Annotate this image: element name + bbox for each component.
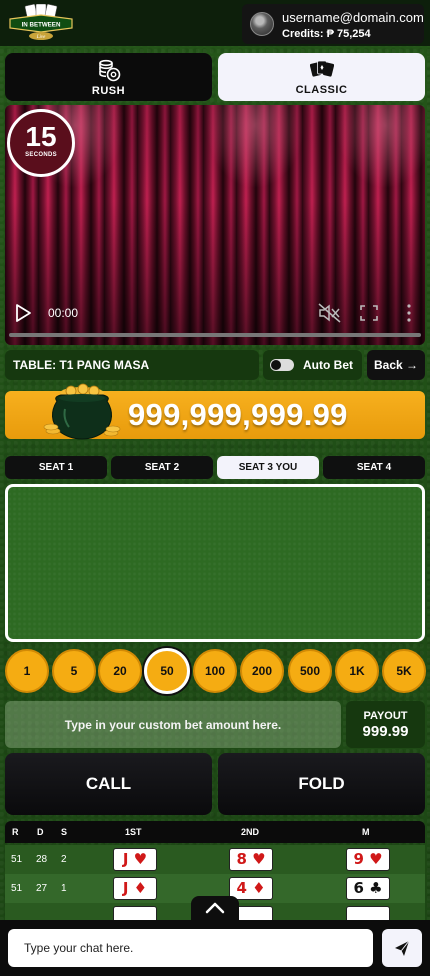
seat-1-tab[interactable]: SEAT 1 bbox=[5, 456, 107, 479]
game-table-area bbox=[5, 484, 425, 642]
svg-text:Live: Live bbox=[36, 35, 46, 40]
first-card: J ♥ bbox=[113, 848, 157, 871]
chip-500[interactable]: 500 bbox=[288, 649, 332, 693]
username-text: username@domain.com bbox=[282, 10, 424, 25]
chip-stack-icon bbox=[98, 59, 120, 81]
chip-100[interactable]: 100 bbox=[193, 649, 237, 693]
video-time: 00:00 bbox=[48, 306, 79, 320]
video-player[interactable]: 15 SECONDS 00:00 bbox=[5, 105, 425, 345]
chat-input[interactable] bbox=[8, 929, 373, 967]
mute-icon[interactable] bbox=[318, 303, 342, 323]
seat-2-tab[interactable]: SEAT 2 bbox=[111, 456, 213, 479]
user-profile[interactable]: username@domain.com Credits: ₱ 75,254 bbox=[242, 4, 424, 44]
jackpot-banner: 999,999,999.99 bbox=[5, 383, 425, 440]
chevron-up-icon bbox=[205, 902, 225, 914]
more-options-icon[interactable] bbox=[405, 303, 413, 323]
col-s: S bbox=[61, 827, 68, 837]
video-progress-bar[interactable] bbox=[9, 333, 421, 337]
in-between-logo[interactable]: IN BETWEEN Live bbox=[8, 4, 74, 42]
timer-value: 15 bbox=[25, 121, 57, 152]
middle-card: 6 ♣ bbox=[346, 877, 390, 900]
timer-unit: SECONDS bbox=[25, 152, 57, 158]
seat-3-tab[interactable]: SEAT 3 YOU bbox=[217, 456, 319, 479]
avatar bbox=[250, 12, 274, 36]
chip-5[interactable]: 5 bbox=[52, 649, 96, 693]
autobet-control[interactable]: Auto Bet bbox=[263, 350, 362, 380]
tab-rush-label: RUSH bbox=[91, 84, 126, 97]
custom-bet-input[interactable] bbox=[5, 701, 341, 748]
autobet-label: Auto Bet bbox=[303, 358, 353, 372]
first-card bbox=[113, 906, 157, 921]
tab-classic-label: CLASSIC bbox=[295, 83, 348, 96]
col-m: M bbox=[362, 827, 370, 837]
middle-card: 9 ♥ bbox=[346, 848, 390, 871]
payout-value: 999.99 bbox=[362, 723, 409, 740]
chip-20[interactable]: 20 bbox=[98, 649, 142, 693]
deck-value: 28 bbox=[36, 854, 48, 865]
seat-4-tab[interactable]: SEAT 4 bbox=[323, 456, 425, 479]
chip-5k[interactable]: 5K bbox=[382, 649, 426, 693]
col-d: D bbox=[37, 827, 44, 837]
cards-icon bbox=[309, 60, 334, 77]
round-value: 51 bbox=[11, 883, 23, 894]
col-r: R bbox=[12, 827, 19, 837]
jackpot-amount: 999,999,999.99 bbox=[128, 397, 348, 432]
svg-text:IN BETWEEN: IN BETWEEN bbox=[22, 22, 61, 29]
tab-rush[interactable]: RUSH bbox=[5, 53, 212, 101]
table-name: TABLE: T1 PANG MASA bbox=[5, 350, 259, 380]
back-button[interactable]: Back → bbox=[367, 350, 425, 380]
payout-box: PAYOUT 999.99 bbox=[346, 701, 425, 748]
call-button[interactable]: CALL bbox=[5, 753, 212, 815]
col-1st: 1ST bbox=[125, 827, 142, 837]
middle-card bbox=[346, 906, 390, 921]
chip-200[interactable]: 200 bbox=[240, 649, 284, 693]
table-row: 51 28 2 J ♥ 8 ♥ 9 ♥ bbox=[5, 845, 425, 874]
round-value: 51 bbox=[11, 854, 23, 865]
autobet-toggle[interactable] bbox=[270, 359, 294, 371]
play-icon[interactable] bbox=[13, 303, 33, 323]
send-icon bbox=[395, 940, 410, 956]
seat-value: 1 bbox=[61, 883, 67, 894]
seat-value: 2 bbox=[61, 854, 67, 865]
deck-value: 27 bbox=[36, 883, 48, 894]
top-header: IN BETWEEN Live username@domain.com Cred… bbox=[0, 0, 430, 46]
chip-50[interactable]: 50 bbox=[144, 648, 190, 694]
countdown-timer: 15 SECONDS bbox=[7, 109, 75, 177]
tab-classic[interactable]: CLASSIC bbox=[218, 53, 425, 101]
col-2nd: 2ND bbox=[241, 827, 260, 837]
pot-of-gold-icon bbox=[43, 383, 121, 440]
send-button[interactable] bbox=[382, 929, 422, 967]
fold-button[interactable]: FOLD bbox=[218, 753, 425, 815]
fullscreen-icon[interactable] bbox=[359, 304, 379, 322]
chip-1k[interactable]: 1K bbox=[335, 649, 379, 693]
history-header: R D S 1ST 2ND M bbox=[5, 821, 425, 843]
credits-text: Credits: ₱ 75,254 bbox=[282, 28, 371, 40]
second-card: 8 ♥ bbox=[229, 848, 273, 871]
first-card: J ♦ bbox=[113, 877, 157, 900]
chip-1[interactable]: 1 bbox=[5, 649, 49, 693]
payout-label: PAYOUT bbox=[363, 710, 408, 722]
